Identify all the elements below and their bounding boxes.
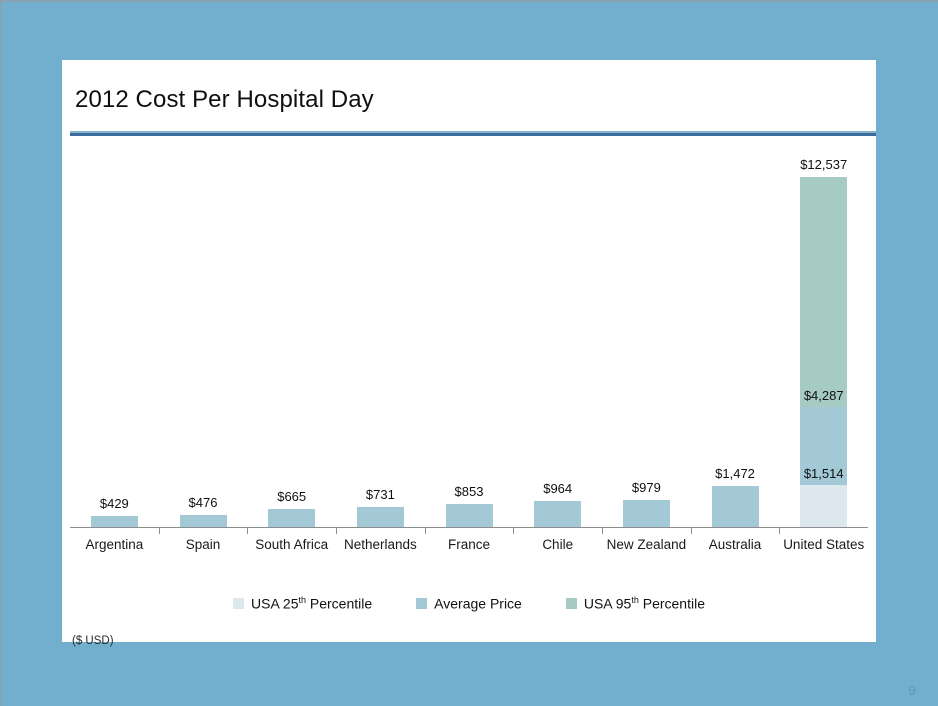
bar-average-price[interactable]: $665 — [268, 489, 316, 527]
page-number: 9 — [908, 682, 916, 698]
bar-average-price[interactable]: $979 — [622, 480, 670, 527]
bar-slot-france: $853 — [425, 140, 514, 527]
category-spain: Spain — [158, 527, 248, 567]
bar-stack: $964 — [534, 481, 582, 527]
bar-slot-australia: $1,472 — [691, 140, 780, 527]
chart-legend: USA 25th Percentile Average Price USA 95… — [62, 595, 876, 612]
category-label: South Africa — [255, 537, 329, 552]
bar-value-label: $964 — [543, 481, 573, 496]
category-label: United States — [783, 537, 865, 552]
bar-value-label: $1,472 — [715, 466, 755, 481]
legend-label-sup: th — [298, 595, 306, 605]
bar-stack: $1,472 — [711, 466, 759, 527]
bar-slot-chile: $964 — [513, 140, 602, 527]
bar-value-label: $731 — [365, 487, 395, 502]
legend-label-post: Percentile — [306, 595, 373, 612]
category-label: New Zealand — [606, 537, 687, 552]
bar-stack: $429 — [90, 496, 138, 527]
category-label: France — [448, 537, 491, 552]
bar-value-label: $665 — [277, 489, 307, 504]
bar-slot-spain: $476 — [159, 140, 248, 527]
bar-slot-united-states: $12,537 $4,287 $1,514 — [779, 140, 868, 527]
bar-slot-netherlands: $731 — [336, 140, 425, 527]
category-label: Chile — [542, 537, 574, 552]
category-label: Netherlands — [343, 537, 417, 552]
bar-value-label: $429 — [99, 496, 129, 511]
category-chile: Chile — [513, 527, 602, 567]
bar-average-price[interactable]: $1,472 — [711, 466, 759, 527]
bar-slot-south-africa: $665 — [247, 140, 336, 527]
legend-label-sup: th — [631, 595, 639, 605]
bar-stack-united-states: $12,537 $4,287 $1,514 — [800, 157, 848, 527]
category-new-zealand: New Zealand — [602, 527, 691, 567]
bar-value-label: $979 — [631, 480, 661, 495]
category-south-africa: South Africa — [247, 527, 336, 567]
bar-stack: $979 — [622, 480, 670, 527]
category-label: Australia — [708, 537, 762, 552]
bar-usa-95th-percentile[interactable]: $12,537 — [800, 157, 848, 407]
category-label: Spain — [185, 537, 221, 552]
slide-panel: 2012 Cost Per Hospital Day $429 $476 $66… — [62, 60, 876, 647]
legend-label: Average Price — [434, 595, 522, 612]
legend-item-usa-25th-percentile[interactable]: USA 25th Percentile — [233, 595, 372, 612]
category-label: Argentina — [85, 537, 144, 552]
bar-average-price[interactable]: $429 — [90, 496, 138, 527]
legend-label-pre: USA 25 — [251, 595, 299, 612]
left-edge-strip — [0, 0, 2, 706]
title-rule — [70, 133, 876, 136]
category-netherlands: Netherlands — [336, 527, 425, 567]
bar-average-price[interactable]: $964 — [534, 481, 582, 527]
bar-usa-25th-percentile[interactable]: $1,514 — [800, 466, 848, 527]
category-australia: Australia — [690, 527, 780, 567]
legend-swatch-icon — [416, 597, 428, 609]
legend-label: USA 25th Percentile — [251, 595, 372, 612]
bar-average-price[interactable]: $853 — [445, 484, 493, 527]
bar-average-price[interactable]: $731 — [356, 487, 404, 527]
legend-item-average-price[interactable]: Average Price — [416, 595, 522, 612]
bar-stack: $731 — [356, 487, 404, 527]
bar-value-label: $476 — [188, 495, 218, 510]
category-argentina: Argentina — [70, 527, 159, 567]
legend-label-pre: USA 95 — [583, 595, 632, 612]
category-united-states: United States — [779, 527, 868, 567]
bar-chart: $429 $476 $665 $731 $853 $964 $979 $1,47… — [62, 140, 876, 647]
legend-label: USA 95th Percentile — [584, 595, 705, 612]
units-note: ($ USD) — [72, 635, 114, 647]
legend-swatch-icon — [233, 597, 244, 609]
bar-average-price[interactable]: $476 — [179, 495, 227, 527]
bar-value-label-average: $4,287 — [803, 388, 844, 403]
bar-slot-new-zealand: $979 — [602, 140, 691, 527]
legend-label-post: Percentile — [638, 595, 705, 612]
legend-item-usa-95th-percentile[interactable]: USA 95th Percentile — [565, 595, 705, 612]
top-edge-strip — [0, 0, 938, 2]
legend-label-pre: Average Price — [434, 595, 522, 612]
bar-value-label: $853 — [454, 484, 484, 499]
bar-stack: $853 — [445, 484, 493, 527]
bar-value-label-p25: $1,514 — [803, 466, 844, 481]
bar-slot-argentina: $429 — [70, 140, 159, 527]
bar-stack: $665 — [268, 489, 316, 527]
category-axis-labels: Argentina Spain South Africa Netherlands… — [70, 527, 868, 567]
bar-stack: $476 — [179, 495, 227, 527]
page-title: 2012 Cost Per Hospital Day — [75, 86, 374, 113]
legend-swatch-icon — [565, 597, 577, 609]
bars-layer: $429 $476 $665 $731 $853 $964 $979 $1,47… — [70, 140, 868, 527]
bar-value-label-p95: $12,537 — [800, 157, 848, 172]
category-france: France — [424, 527, 514, 567]
